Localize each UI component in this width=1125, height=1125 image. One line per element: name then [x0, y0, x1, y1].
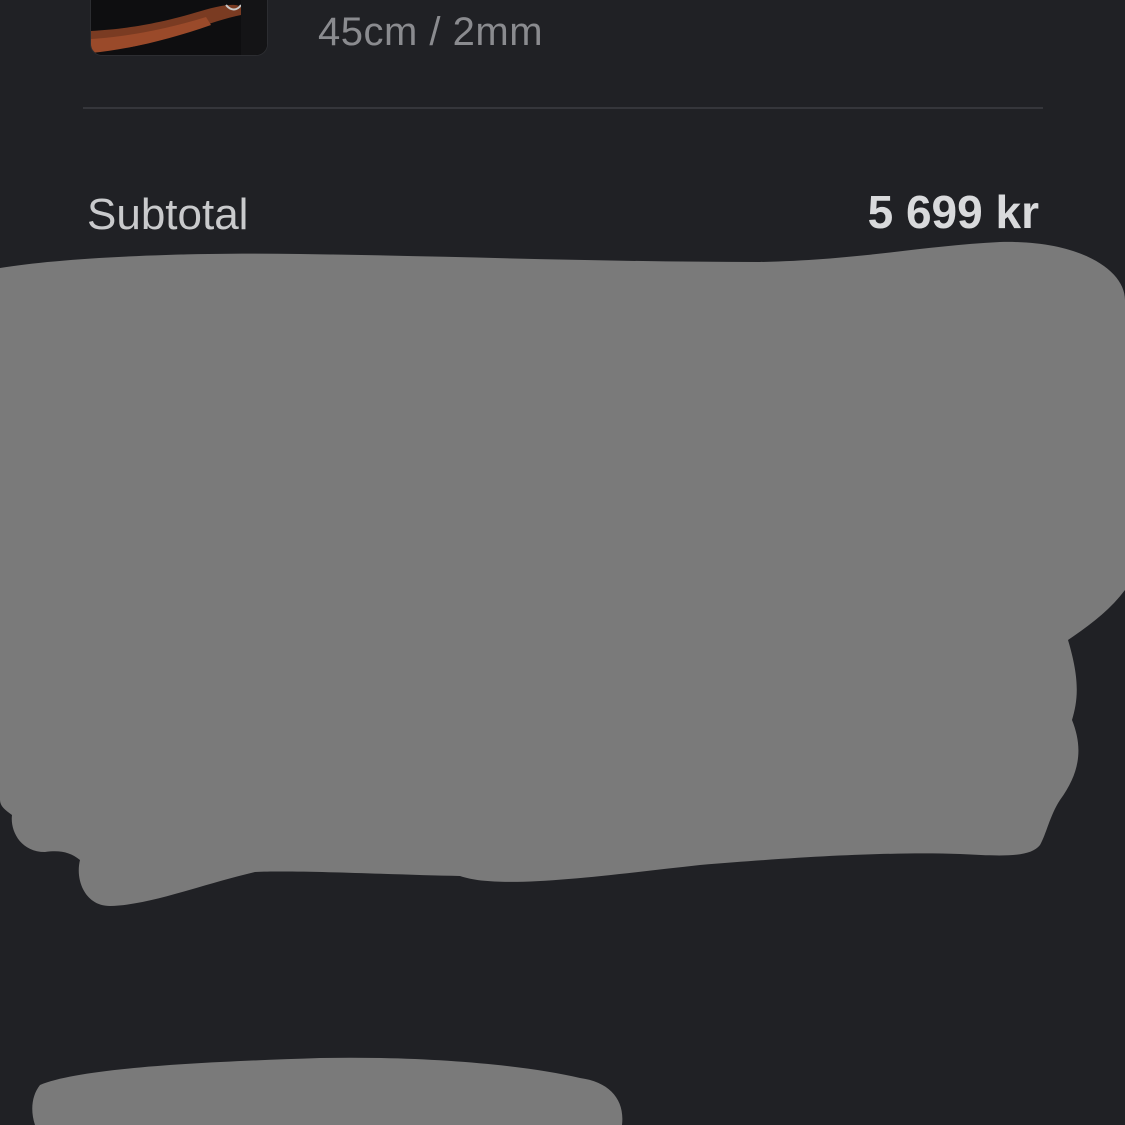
redaction-scribble [0, 241, 1125, 1125]
product-thumbnail[interactable] [90, 0, 268, 56]
product-photo-image [91, 0, 267, 55]
subtotal-label: Subtotal [87, 190, 249, 239]
subtotal-value: 5 699 kr [867, 186, 1039, 238]
cart-summary-screen: 45cm / 2mm Subtotal 5 699 kr [0, 0, 1125, 1125]
product-variant: 45cm / 2mm [318, 10, 544, 54]
divider [83, 107, 1043, 109]
